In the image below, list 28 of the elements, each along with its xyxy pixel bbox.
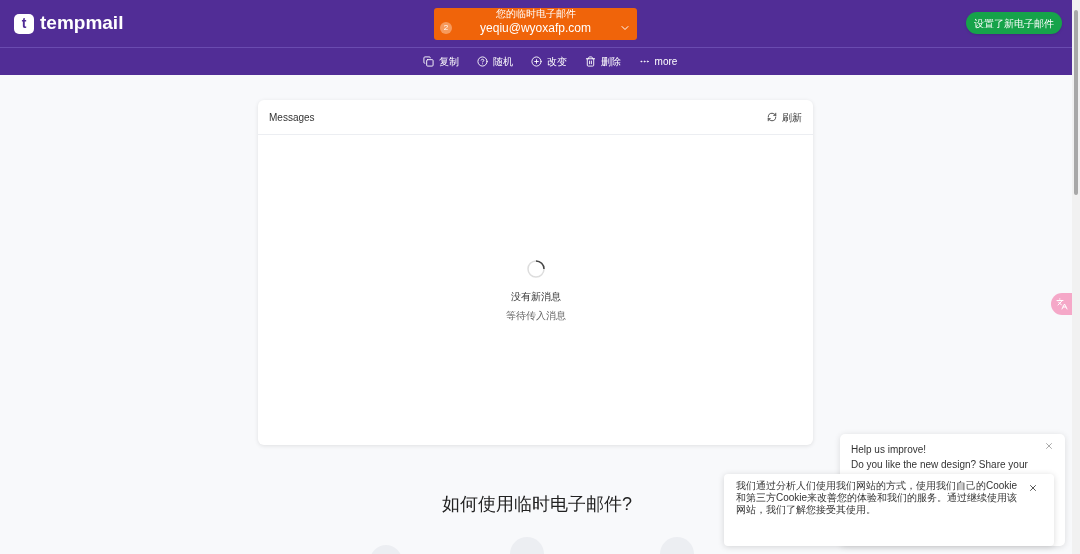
card-title: Messages xyxy=(269,110,315,125)
empty-subtitle: 等待传入消息 xyxy=(505,309,566,323)
toast-message: 设置了新电子邮件 xyxy=(966,12,1062,34)
section-heading: 如何使用临时电子邮件? xyxy=(442,493,632,516)
toolbar-button[interactable]: more xyxy=(638,54,678,69)
refresh-icon xyxy=(767,112,777,122)
toolbar-button[interactable]: 删除 xyxy=(584,54,621,69)
close-icon[interactable] xyxy=(1028,483,1038,493)
translate-button[interactable] xyxy=(1051,293,1072,315)
logo-text: tempmail xyxy=(40,11,124,36)
toolbar-button[interactable]: 随机 xyxy=(476,54,513,69)
refresh-button[interactable]: 刷新 xyxy=(767,109,802,125)
copy-icon xyxy=(422,56,434,67)
plus-icon xyxy=(530,56,542,67)
trash-icon xyxy=(584,56,596,67)
feedback-title: Help us improve! xyxy=(851,443,927,457)
empty-title: 没有新消息 xyxy=(510,290,561,304)
cookie-text: 我们通过分析人们使用我们网站的方式，使用我们自己的Cookie和第三方Cookie来改善您的体验和我们的服务。通过继续使用该网站，我们了解您接受其使用。 xyxy=(736,480,1019,516)
scrollbar[interactable] xyxy=(1072,0,1080,554)
translate-icon xyxy=(1055,298,1068,310)
toolbar-button[interactable]: 复制 xyxy=(422,54,459,69)
toolbar-button[interactable]: 改变 xyxy=(530,54,567,69)
question-icon xyxy=(476,56,488,67)
loading-spinner xyxy=(525,259,546,279)
scrollbar-thumb[interactable] xyxy=(1074,10,1078,195)
logo-icon: t xyxy=(14,13,34,34)
count-badge: 2 xyxy=(440,22,452,34)
feedback-text: Do you like the new design? Share your xyxy=(851,459,1028,471)
